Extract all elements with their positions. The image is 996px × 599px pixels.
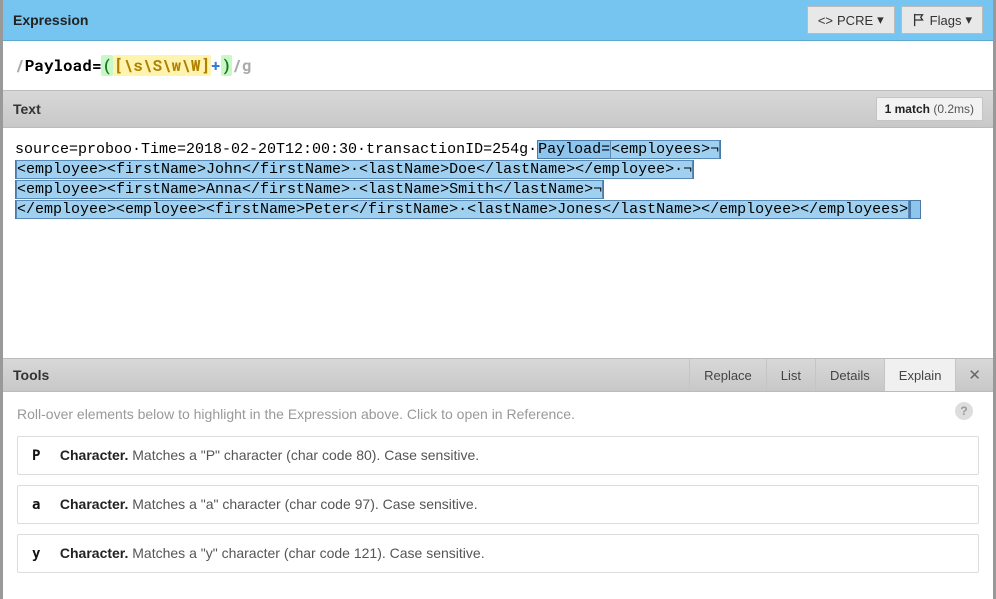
caret-down-icon: ▾ <box>877 12 884 28</box>
explain-label: Character. <box>60 545 128 561</box>
tools-header: Tools Replace List Details Explain ✕ <box>3 358 993 392</box>
text-unmatched: source=proboo·Time=2018-02-20T12:00:30·t… <box>15 141 537 158</box>
expression-header: Expression <> PCRE ▾ Flags ▾ <box>3 0 993 41</box>
flag-icon <box>912 13 926 27</box>
regex-group-open: ( <box>101 55 113 76</box>
regex-group-close: ) <box>221 55 233 76</box>
match-count: 1 match <box>885 102 930 116</box>
tab-replace[interactable]: Replace <box>689 359 766 391</box>
tab-details[interactable]: Details <box>815 359 884 391</box>
explain-char: a <box>32 497 56 513</box>
flags-button[interactable]: Flags ▾ <box>901 6 983 34</box>
regex-quantifier: + <box>211 55 221 76</box>
tools-title: Tools <box>13 367 689 383</box>
tab-explain[interactable]: Explain <box>884 359 956 391</box>
pcre-button[interactable]: <> PCRE ▾ <box>807 6 895 34</box>
explain-desc: Matches a "a" character (char code 97). … <box>128 496 477 512</box>
expression-title: Expression <box>13 12 801 28</box>
tab-list[interactable]: List <box>766 359 815 391</box>
capture-group-highlight: <employee><firstName>John</firstName>·<l… <box>16 160 693 179</box>
regex-delim-open: / <box>15 55 25 76</box>
explain-row[interactable]: y Character. Matches a "y" character (ch… <box>17 534 979 573</box>
capture-group-highlight: </employee><employee><firstName>Peter</f… <box>16 200 909 219</box>
explain-help-text: Roll-over elements below to highlight in… <box>17 406 979 422</box>
explain-label: Character. <box>60 447 128 463</box>
flags-label: Flags <box>930 13 962 28</box>
capture-group-highlight: <employee><firstName>Anna</firstName>·<l… <box>16 180 603 199</box>
match-highlight-caret <box>910 200 921 219</box>
match-highlight: </employee><employee><firstName>Peter</f… <box>15 200 910 219</box>
text-title: Text <box>13 101 876 117</box>
match-highlight: <employee><firstName>John</firstName>·<l… <box>15 160 694 179</box>
match-literal-part: Payload= <box>538 141 610 158</box>
capture-group-highlight: <employees>¬ <box>610 140 720 159</box>
explain-char: P <box>32 448 56 464</box>
caret-down-icon: ▾ <box>965 12 972 28</box>
explain-row[interactable]: P Character. Matches a "P" character (ch… <box>17 436 979 475</box>
text-input[interactable]: source=proboo·Time=2018-02-20T12:00:30·t… <box>3 128 993 358</box>
regex-flags: g <box>242 55 252 76</box>
explain-row[interactable]: a Character. Matches a "a" character (ch… <box>17 485 979 524</box>
regex-char-class: [\s\S\w\W] <box>113 55 211 76</box>
pcre-label: PCRE <box>837 13 873 28</box>
help-icon[interactable]: ? <box>955 402 973 420</box>
close-tools-button[interactable]: ✕ <box>955 359 993 391</box>
tools-body: ? Roll-over elements below to highlight … <box>3 392 993 599</box>
match-highlight: <employee><firstName>Anna</firstName>·<l… <box>15 180 604 199</box>
regex-literal: Payload= <box>25 55 102 76</box>
regex-delim-close: / <box>232 55 242 76</box>
match-count-box: 1 match (0.2ms) <box>876 97 983 121</box>
match-highlight: Payload=<employees>¬ <box>537 140 721 159</box>
code-icon: <> <box>818 13 833 28</box>
explain-desc: Matches a "y" character (char code 121).… <box>128 545 484 561</box>
match-time: (0.2ms) <box>933 102 974 116</box>
text-header: Text 1 match (0.2ms) <box>3 90 993 128</box>
explain-desc: Matches a "P" character (char code 80). … <box>128 447 479 463</box>
explain-char: y <box>32 546 56 562</box>
explain-label: Character. <box>60 496 128 512</box>
expression-input[interactable]: /Payload=([\s\S\w\W]+)/g <box>3 41 993 90</box>
